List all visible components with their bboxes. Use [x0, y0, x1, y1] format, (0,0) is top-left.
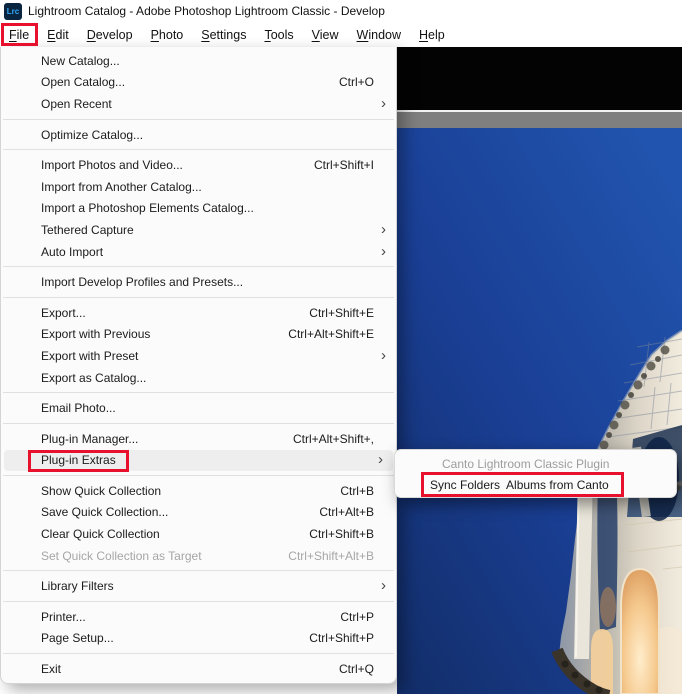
menu-item-shortcut: Ctrl+Shift+I: [313, 158, 374, 173]
menu-item-plug-in-manager[interactable]: Plug-in Manager... Ctrl+Alt+Shift+,: [1, 428, 396, 450]
menu-item-label: Export...: [41, 305, 86, 320]
menu-separator: [3, 653, 394, 655]
menu-item-tethered-capture[interactable]: Tethered Capture ›: [1, 219, 396, 241]
menu-separator: [3, 570, 394, 572]
menu-separator: [3, 296, 394, 298]
menu-item-import-develop-profiles-and-presets[interactable]: Import Develop Profiles and Presets...: [1, 271, 396, 293]
menu-item-label: Export as Catalog...: [41, 370, 147, 385]
menubar-item-settings[interactable]: Settings: [192, 24, 255, 46]
submenu-item-sync-folders-albums-from-canto[interactable]: Sync Folders Albums from Canto: [395, 475, 676, 497]
menu-item-shortcut: Ctrl+Shift+P: [309, 631, 374, 646]
menu-item-label: Export with Preset: [41, 348, 139, 363]
menu-item-library-filters[interactable]: Library Filters ›: [1, 575, 396, 597]
menu-item-shortcut: Ctrl+P: [340, 609, 374, 624]
submenu-arrow-icon: ›: [381, 577, 386, 595]
menu-item-shortcut: Ctrl+Shift+B: [309, 527, 374, 542]
menu-item-label: Show Quick Collection: [41, 483, 162, 498]
menu-item-label: Exit: [41, 662, 62, 677]
canto-submenu-panel: Canto Lightroom Classic Plugin Sync Folde…: [394, 449, 677, 498]
menu-item-label: Import from Another Catalog...: [41, 179, 202, 194]
menu-item-export[interactable]: Export... Ctrl+Shift+E: [1, 302, 396, 324]
menu-item-set-quick-collection-as-target: Set Quick Collection as Target Ctrl+Shift…: [1, 545, 396, 567]
menu-item-label: Import Develop Profiles and Presets...: [41, 275, 244, 290]
menubar-item-file[interactable]: File: [0, 24, 38, 46]
menu-separator: [3, 118, 394, 120]
menu-item-printer[interactable]: Printer... Ctrl+P: [1, 606, 396, 628]
menu-item-export-with-previous[interactable]: Export with Previous Ctrl+Alt+Shift+E: [1, 324, 396, 346]
photo-colosseum: [397, 47, 682, 694]
menubar-item-tools[interactable]: Tools: [255, 24, 302, 46]
menu-item-label: Import a Photoshop Elements Catalog...: [41, 201, 254, 216]
menu-item-save-quick-collection[interactable]: Save Quick Collection... Ctrl+Alt+B: [1, 502, 396, 524]
menu-item-page-setup[interactable]: Page Setup... Ctrl+Shift+P: [1, 628, 396, 650]
menu-item-label: Import Photos and Video...: [41, 158, 183, 173]
menubar-item-window[interactable]: Window: [348, 24, 410, 46]
submenu-arrow-icon: ›: [381, 346, 386, 364]
menu-item-label: Tethered Capture: [41, 222, 134, 237]
menubar-item-develop[interactable]: Develop: [78, 24, 142, 46]
menubar-item-edit[interactable]: Edit: [38, 24, 78, 46]
submenu-arrow-icon: ›: [381, 242, 386, 260]
menu-bar: File Edit Develop Photo Settings Tools View Win…: [0, 23, 682, 47]
file-menu-panel: New Catalog... Open Catalog... Ctrl+O Open …: [0, 47, 397, 684]
menu-item-export-with-preset[interactable]: Export with Preset ›: [1, 345, 396, 367]
menu-item-import-from-another-catalog[interactable]: Import from Another Catalog...: [1, 176, 396, 198]
menu-item-show-quick-collection[interactable]: Show Quick Collection Ctrl+B: [1, 480, 396, 502]
menu-item-shortcut: Ctrl+Alt+B: [319, 505, 374, 520]
menu-item-label: Auto Import: [41, 244, 104, 259]
menu-separator: [3, 266, 394, 268]
menu-item-label: Plug-in Extras: [41, 453, 116, 468]
title-bar: Lrc Lightroom Catalog - Adobe Photoshop …: [0, 0, 682, 23]
filmstrip-edge: [0, 684, 397, 694]
menu-item-open-catalog[interactable]: Open Catalog... Ctrl+O: [1, 72, 396, 94]
menu-item-label: Export with Previous: [41, 327, 151, 342]
menubar-item-photo[interactable]: Photo: [142, 24, 193, 46]
menu-item-shortcut: Ctrl+Q: [338, 662, 374, 677]
menu-item-plug-in-extras[interactable]: Plug-in Extras ›: [4, 449, 393, 472]
menu-item-import-a-photoshop-elements-catalog[interactable]: Import a Photoshop Elements Catalog...: [1, 198, 396, 220]
menu-item-import-photos-and-video[interactable]: Import Photos and Video... Ctrl+Shift+I: [1, 154, 396, 176]
menu-item-label: Email Photo...: [41, 401, 116, 416]
menu-item-clear-quick-collection[interactable]: Clear Quick Collection Ctrl+Shift+B: [1, 523, 396, 545]
menu-item-shortcut: Ctrl+Alt+Shift+,: [292, 431, 374, 446]
submenu-item-canto-lightroom-classic-plugin: Canto Lightroom Classic Plugin: [442, 456, 610, 471]
menu-separator: [3, 149, 394, 151]
menu-item-label: New Catalog...: [41, 53, 120, 68]
menu-item-shortcut: Ctrl+Shift+E: [309, 305, 374, 320]
submenu-arrow-icon: ›: [381, 220, 386, 238]
menubar-item-help[interactable]: Help: [410, 24, 454, 46]
menu-separator: [3, 422, 394, 424]
menu-item-label: Clear Quick Collection: [41, 527, 160, 542]
menubar-item-view[interactable]: View: [303, 24, 348, 46]
menu-item-shortcut: Ctrl+O: [338, 75, 374, 90]
menu-item-label: Library Filters: [41, 579, 114, 594]
menu-item-label: Printer...: [41, 609, 86, 624]
window-title: Lightroom Catalog - Adobe Photoshop Ligh…: [28, 4, 385, 18]
menu-item-label: Open Catalog...: [41, 75, 126, 90]
menu-separator: [3, 392, 394, 394]
submenu-arrow-icon: ›: [378, 451, 383, 469]
menu-item-auto-import[interactable]: Auto Import ›: [1, 241, 396, 263]
menu-item-new-catalog[interactable]: New Catalog...: [1, 50, 396, 72]
menu-item-shortcut: Ctrl+Alt+Shift+E: [288, 327, 374, 342]
menu-separator: [3, 475, 394, 477]
menu-item-open-recent[interactable]: Open Recent ›: [1, 93, 396, 115]
menu-item-label: Save Quick Collection...: [41, 505, 169, 520]
menu-item-shortcut: Ctrl+B: [340, 483, 374, 498]
menu-item-label: Plug-in Manager...: [41, 431, 139, 446]
menu-item-label: Open Recent: [41, 96, 112, 111]
menu-item-email-photo[interactable]: Email Photo...: [1, 397, 396, 419]
menu-item-shortcut: Ctrl+Shift+Alt+B: [288, 548, 374, 563]
submenu-arrow-icon: ›: [381, 94, 386, 112]
menu-item-optimize-catalog[interactable]: Optimize Catalog...: [1, 124, 396, 146]
menu-separator: [3, 601, 394, 603]
menu-item-label: Page Setup...: [41, 631, 114, 646]
lightroom-app-icon: Lrc: [4, 3, 22, 20]
menu-item-export-as-catalog[interactable]: Export as Catalog...: [1, 367, 396, 389]
menu-item-label: Optimize Catalog...: [41, 127, 144, 142]
menu-item-exit[interactable]: Exit Ctrl+Q: [1, 658, 396, 680]
menu-item-label: Set Quick Collection as Target: [41, 548, 202, 563]
